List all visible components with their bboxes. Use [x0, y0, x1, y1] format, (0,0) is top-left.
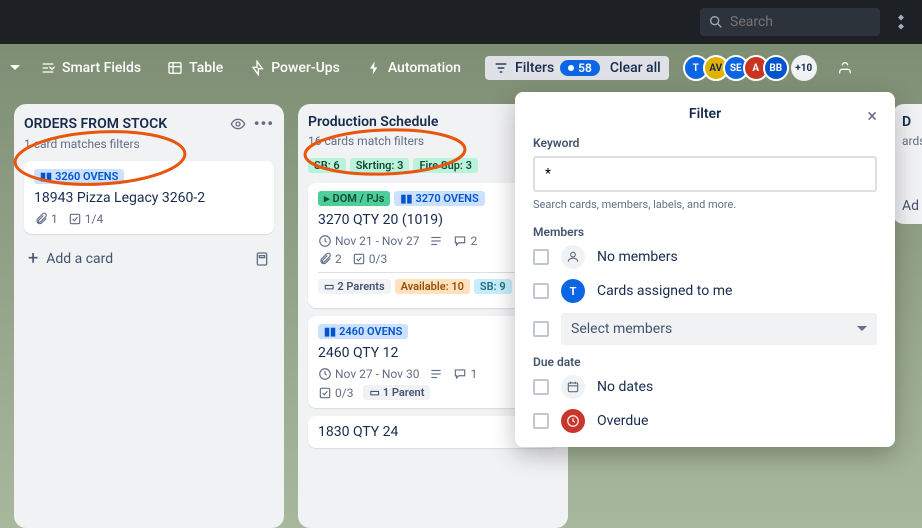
list-orders-from-stock: ORDERS FROM STOCK ••• 1 card matches fil… — [14, 104, 284, 528]
chevron-down-icon[interactable] — [10, 65, 20, 75]
clear-all-button[interactable]: Clear all — [610, 60, 661, 76]
keyword-label: Keyword — [533, 136, 877, 150]
card-title: 18943 Pizza Legacy 3260-2 — [34, 190, 264, 206]
template-icon[interactable] — [254, 251, 270, 267]
keyword-input[interactable] — [533, 156, 877, 192]
avatar-stack[interactable]: T AV SE A BB +10 — [689, 55, 817, 81]
powerups-label: Power-Ups — [271, 60, 340, 76]
checklist-badge: 0/3 — [352, 252, 387, 266]
filter-panel-title: Filter — [689, 106, 721, 122]
card-label: ▮▮ 3260 OVENS — [34, 169, 124, 184]
parents-badge: ▭ 1 Parent — [363, 385, 430, 400]
summary-label: SB: 6 — [308, 158, 346, 173]
checkbox[interactable] — [533, 413, 549, 429]
avatar-me: T — [561, 279, 585, 303]
parents-badge: ▭ 2 Parents — [318, 279, 391, 294]
filter-row-no-members[interactable]: No members — [533, 245, 877, 269]
filters-button[interactable]: Filters 58 — [493, 60, 600, 76]
table-label: Table — [189, 60, 223, 76]
list-title[interactable]: ORDERS FROM STOCK — [24, 116, 222, 132]
checklist-badge: 1/4 — [68, 212, 103, 226]
filter-row-no-dates[interactable]: No dates — [533, 375, 877, 399]
person-icon — [561, 245, 585, 269]
share-icon[interactable] — [837, 60, 853, 76]
smart-fields-button[interactable]: Smart Fields — [34, 56, 147, 80]
add-card-partial[interactable]: Ad — [902, 198, 922, 214]
filter-panel: Filter × Keyword Search cards, members, … — [515, 92, 895, 447]
powerups-button[interactable]: Power-Ups — [243, 56, 346, 80]
add-card-button[interactable]: + Add a card — [24, 242, 274, 275]
sb-label: SB: 9 — [474, 279, 512, 294]
card-label: ▸ DOM / PJs — [318, 191, 390, 206]
app-switcher-icon[interactable] — [892, 13, 910, 31]
checklist-badge: 0/3 — [318, 386, 353, 400]
list-menu-icon[interactable]: ••• — [254, 114, 274, 133]
card[interactable]: ▮▮ 3260 OVENS 18943 Pizza Legacy 3260-2 … — [24, 161, 274, 234]
automation-label: Automation — [388, 60, 461, 76]
filter-row-assigned-me[interactable]: T Cards assigned to me — [533, 279, 877, 303]
filter-row-overdue[interactable]: Overdue — [533, 409, 877, 433]
watch-icon — [230, 116, 246, 132]
card-label: ▮▮ 3270 OVENS — [394, 191, 484, 206]
comments-badge: 1 — [453, 367, 477, 381]
attachment-badge: 2 — [318, 252, 342, 266]
filter-count-badge: 58 — [560, 60, 600, 76]
checkbox[interactable] — [533, 379, 549, 395]
summary-label: Fire Sup: 3 — [413, 158, 477, 173]
avatar-more[interactable]: +10 — [791, 55, 817, 81]
filters-label: Filters — [515, 60, 554, 76]
smart-fields-label: Smart Fields — [62, 60, 141, 76]
due-date-label: Due date — [533, 355, 877, 369]
members-label: Members — [533, 225, 877, 239]
checkbox[interactable] — [533, 283, 549, 299]
list-partial: D ards Ad — [892, 104, 922, 224]
search-input[interactable] — [700, 8, 880, 36]
description-icon — [429, 234, 443, 248]
plus-icon: + — [28, 248, 38, 269]
card-title: 1830 QTY 24 — [318, 424, 548, 440]
avatar[interactable]: BB — [763, 55, 789, 81]
comments-badge: 2 — [453, 234, 477, 248]
checkbox[interactable] — [533, 249, 549, 265]
automation-button[interactable]: Automation — [360, 56, 467, 80]
keyword-help: Search cards, members, labels, and more. — [533, 198, 877, 211]
search-icon — [708, 14, 724, 30]
list-filter-match: 1 card matches filters — [24, 137, 274, 151]
attachment-badge: 1 — [34, 212, 58, 226]
table-button[interactable]: Table — [161, 56, 229, 80]
select-members-dropdown[interactable]: Select members — [561, 313, 877, 345]
overdue-icon — [561, 409, 585, 433]
checkbox[interactable] — [533, 321, 549, 337]
close-icon[interactable]: × — [867, 106, 877, 127]
card-title: 3270 QTY 20 (1019) — [318, 212, 548, 228]
filter-row-select-members[interactable]: Select members — [533, 313, 877, 345]
date-badge: Nov 21 - Nov 27 — [318, 234, 419, 248]
calendar-icon — [561, 375, 585, 399]
description-icon — [429, 367, 443, 381]
summary-label: Skrting: 3 — [350, 158, 410, 173]
date-badge: Nov 27 - Nov 30 — [318, 367, 419, 381]
chevron-down-icon — [857, 326, 867, 336]
card-title: 2460 QTY 12 — [318, 345, 548, 361]
card-label: ▮▮ 2460 OVENS — [318, 324, 408, 339]
available-label: Available: 10 — [395, 279, 470, 294]
